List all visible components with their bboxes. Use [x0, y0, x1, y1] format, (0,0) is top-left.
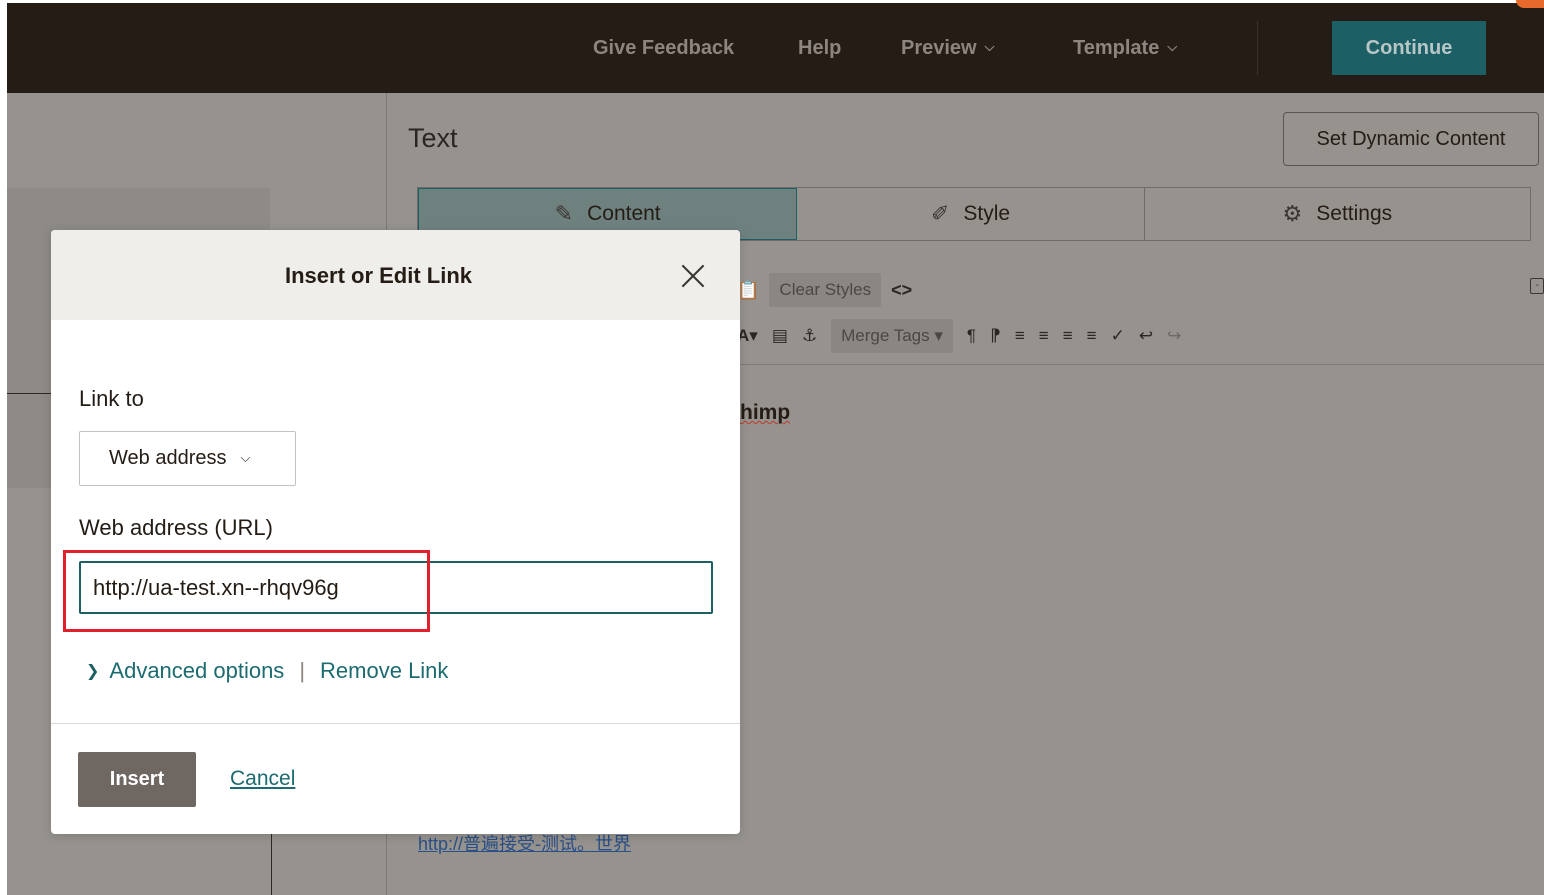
spellcheck-icon[interactable]: ✓ [1111, 326, 1125, 346]
merge-tags-menu[interactable]: Merge Tags ▾ [831, 319, 953, 353]
url-label: Web address (URL) [79, 515, 273, 540]
insert-link-dialog: Insert or Edit Link Link to Web address … [51, 230, 740, 834]
editor-toolbar-row-2: A▾ ▤ ⚓ Merge Tags ▾ ¶ ⁋ ≡ ≡ ≡ ≡ ✓ ↩ ↪ [737, 317, 1181, 355]
dialog-header: Insert or Edit Link [51, 230, 740, 320]
chevron-right-icon: ❯ [86, 663, 100, 680]
editor-text-fragment: himp [740, 401, 791, 424]
url-input[interactable] [79, 561, 713, 614]
top-bar: Give Feedback Help Preview ⌵ Template ⌵ Co… [7, 3, 1544, 93]
source-code-icon[interactable]: <> [891, 280, 912, 301]
edit-icon: ✎ [554, 201, 574, 226]
insert-button[interactable]: Insert [78, 752, 196, 807]
align-justify-icon[interactable]: ≡ [1087, 326, 1097, 346]
editor-toolbar-row-1: 📋 Clear Styles <> [737, 271, 912, 309]
chevron-down-icon: ⌵ [1167, 39, 1178, 54]
block-icon[interactable]: ▤ [772, 326, 788, 346]
cancel-link[interactable]: Cancel [230, 767, 295, 791]
give-feedback-link[interactable]: Give Feedback [593, 3, 734, 93]
corner-brand-mark [1516, 0, 1544, 8]
pilcrow-ltr-icon[interactable]: ¶ [967, 326, 976, 346]
clear-styles-button[interactable]: Clear Styles [769, 273, 882, 307]
align-center-icon[interactable]: ≡ [1039, 326, 1049, 346]
link-type-select[interactable]: Web address ⌵ [79, 431, 296, 486]
link-options: ❯ Advanced options | Remove Link [86, 658, 448, 684]
topbar-divider [1257, 21, 1258, 75]
close-icon[interactable] [680, 263, 706, 289]
chevron-down-icon: ⌵ [984, 39, 995, 54]
undo-icon[interactable]: ↩ [1139, 326, 1153, 346]
pipe-separator: | [299, 658, 306, 683]
tab-style[interactable]: ✐ Style [797, 188, 1145, 240]
dialog-title: Insert or Edit Link [284, 263, 473, 288]
link-to-label: Link to [79, 386, 144, 411]
preview-menu[interactable]: Preview ⌵ [901, 3, 994, 93]
help-link[interactable]: Help [798, 3, 841, 93]
dialog-footer-divider [51, 723, 740, 724]
paint-icon: ✐ [930, 201, 950, 226]
pilcrow-rtl-icon[interactable]: ⁋ [990, 326, 1001, 346]
advanced-options-link[interactable]: Advanced options [109, 658, 284, 684]
gear-icon: ⚙ [1282, 201, 1303, 226]
redo-icon[interactable]: ↪ [1167, 326, 1181, 346]
collapse-icon[interactable]: - [1530, 278, 1544, 294]
text-color-icon[interactable]: A▾ [737, 326, 758, 346]
canvas-vertical-rule [271, 833, 272, 895]
align-left-icon[interactable]: ≡ [1015, 326, 1025, 346]
align-right-icon[interactable]: ≡ [1063, 326, 1073, 346]
chevron-down-icon: ⌵ [240, 449, 251, 465]
remove-link-link[interactable]: Remove Link [320, 658, 448, 684]
paste-icon[interactable]: 📋 [737, 280, 759, 301]
continue-button[interactable]: Continue [1332, 21, 1486, 75]
anchor-icon[interactable]: ⚓ [802, 326, 817, 346]
tab-settings[interactable]: ⚙ Settings [1145, 188, 1530, 240]
panel-title: Text [408, 123, 458, 153]
set-dynamic-content-button[interactable]: Set Dynamic Content [1283, 112, 1539, 166]
template-menu[interactable]: Template ⌵ [1073, 3, 1177, 93]
